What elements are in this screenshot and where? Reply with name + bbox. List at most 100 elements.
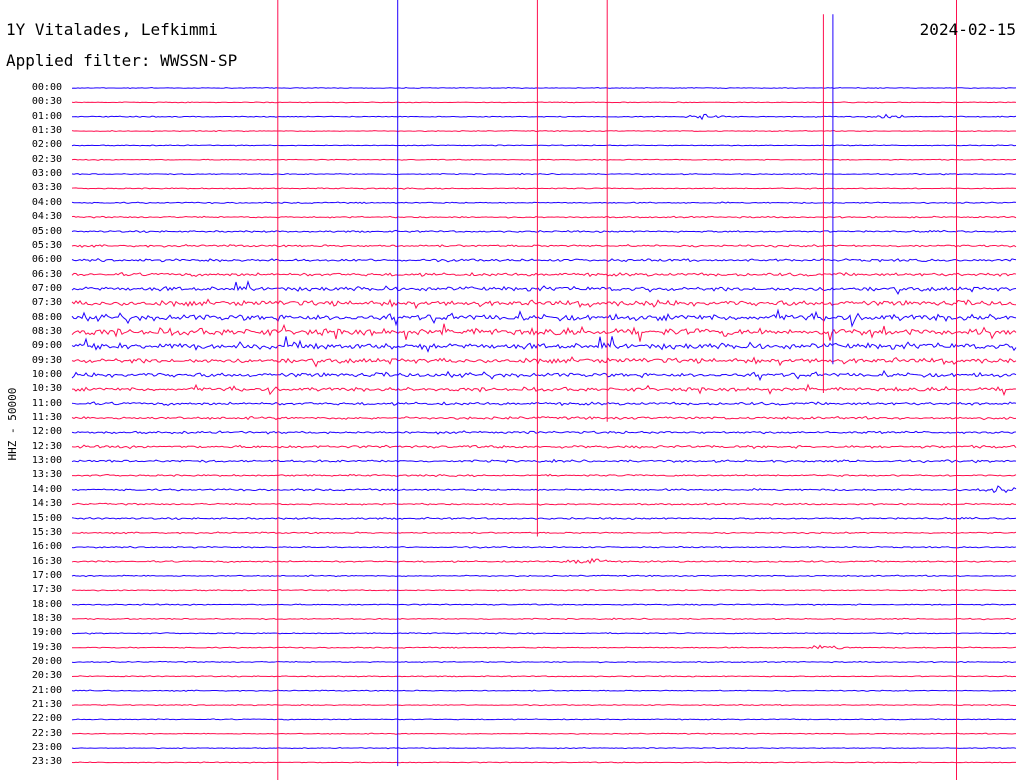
time-label: 17:30 bbox=[31, 584, 62, 596]
time-label: 22:30 bbox=[31, 727, 62, 739]
trace-0200 bbox=[71, 144, 1017, 147]
trace-1530 bbox=[71, 531, 1017, 535]
trace-1700 bbox=[71, 574, 1017, 578]
helicorder-plot bbox=[71, 0, 1017, 780]
time-label: 04:30 bbox=[31, 211, 62, 223]
trace-1230 bbox=[71, 444, 1017, 450]
trace-0330 bbox=[71, 187, 1017, 190]
trace-1100 bbox=[71, 401, 1017, 407]
time-label: 05:00 bbox=[31, 225, 62, 237]
trace-1800 bbox=[71, 603, 1017, 606]
time-label: 21:30 bbox=[31, 699, 62, 710]
time-label: 16:00 bbox=[31, 541, 62, 553]
time-label: 19:00 bbox=[31, 627, 62, 639]
time-label: 18:30 bbox=[31, 612, 62, 624]
time-label: 01:00 bbox=[31, 110, 62, 122]
trace-0700 bbox=[71, 279, 1017, 295]
trace-1400 bbox=[71, 485, 1017, 494]
time-label: 21:00 bbox=[31, 684, 62, 696]
time-label: 23:30 bbox=[31, 756, 62, 768]
trace-0900 bbox=[71, 336, 1017, 353]
trace-2330 bbox=[71, 761, 1017, 764]
time-label: 10:00 bbox=[31, 369, 62, 380]
trace-0030 bbox=[71, 101, 1017, 104]
time-label: 13:30 bbox=[31, 469, 62, 481]
trace-0630 bbox=[71, 271, 1017, 278]
trace-0430 bbox=[71, 215, 1017, 219]
trace-0930 bbox=[71, 356, 1017, 368]
time-label: 17:00 bbox=[31, 569, 62, 581]
filter-row: Applied filter: WWSSN-SP bbox=[6, 51, 237, 71]
trace-1500 bbox=[71, 516, 1017, 520]
time-label: 13:00 bbox=[31, 455, 62, 467]
time-label: 19:30 bbox=[31, 641, 62, 653]
time-label: 08:30 bbox=[31, 325, 62, 337]
time-label: 00:30 bbox=[31, 96, 62, 108]
trace-1830 bbox=[71, 617, 1017, 621]
station-title: 1Y Vitalades, Lefkimmi bbox=[6, 20, 218, 39]
time-label: 14:30 bbox=[31, 498, 62, 510]
trace-0000 bbox=[71, 86, 1017, 90]
time-label: 03:00 bbox=[31, 168, 62, 180]
trace-group bbox=[71, 86, 1017, 764]
time-label: 11:30 bbox=[31, 412, 62, 424]
trace-1300 bbox=[71, 458, 1017, 464]
trace-1430 bbox=[71, 502, 1017, 506]
time-label: 02:00 bbox=[31, 139, 62, 151]
filter-label: Applied filter: bbox=[6, 51, 151, 70]
time-label: 12:00 bbox=[31, 426, 62, 438]
trace-0400 bbox=[71, 201, 1017, 205]
time-label: 22:00 bbox=[31, 713, 62, 725]
trace-1030 bbox=[71, 383, 1017, 397]
trace-2200 bbox=[71, 718, 1017, 721]
trace-0600 bbox=[71, 258, 1017, 263]
trace-2300 bbox=[71, 747, 1017, 750]
date-label: 2024-02-15 bbox=[919, 20, 1016, 39]
time-label: 01:30 bbox=[31, 125, 62, 137]
trace-0530 bbox=[71, 243, 1017, 248]
trace-1930 bbox=[71, 644, 1017, 650]
time-label: 14:00 bbox=[31, 483, 62, 495]
trace-2130 bbox=[71, 703, 1017, 707]
time-label: 20:30 bbox=[31, 670, 62, 682]
time-label: 09:30 bbox=[31, 354, 62, 366]
time-label: 03:30 bbox=[31, 182, 62, 194]
trace-1200 bbox=[71, 430, 1017, 435]
trace-0800 bbox=[71, 308, 1017, 328]
trace-0130 bbox=[71, 129, 1017, 133]
trace-0300 bbox=[71, 172, 1017, 176]
time-label: 10:30 bbox=[31, 383, 62, 395]
trace-1900 bbox=[71, 632, 1017, 635]
trace-1630 bbox=[71, 557, 1017, 565]
trace-0830 bbox=[71, 323, 1017, 342]
time-label: 07:00 bbox=[31, 282, 62, 294]
time-label: 16:30 bbox=[31, 555, 62, 567]
time-label: 20:00 bbox=[31, 656, 62, 667]
trace-2000 bbox=[71, 660, 1017, 664]
time-label: 09:00 bbox=[31, 340, 62, 352]
trace-0500 bbox=[71, 229, 1017, 233]
time-label: 23:00 bbox=[31, 742, 62, 754]
time-label: 08:00 bbox=[31, 311, 62, 323]
trace-2030 bbox=[71, 675, 1017, 678]
time-label: 11:00 bbox=[31, 397, 62, 409]
time-label: 05:30 bbox=[31, 239, 62, 251]
trace-1600 bbox=[71, 545, 1017, 549]
trace-1730 bbox=[71, 588, 1017, 592]
time-label: 07:30 bbox=[31, 297, 62, 309]
time-label: 06:00 bbox=[31, 254, 62, 266]
trace-2230 bbox=[72, 732, 1017, 735]
time-label: 04:00 bbox=[31, 196, 62, 208]
time-label: 06:30 bbox=[31, 268, 62, 280]
time-label: 18:00 bbox=[31, 598, 62, 610]
trace-1330 bbox=[71, 473, 1017, 478]
time-label: 12:30 bbox=[31, 440, 62, 452]
trace-2100 bbox=[71, 689, 1017, 692]
filter-value: WWSSN-SP bbox=[160, 51, 238, 70]
trace-0230 bbox=[71, 158, 1017, 161]
trace-1000 bbox=[71, 369, 1017, 382]
trace-0730 bbox=[71, 298, 1017, 310]
time-label: 02:30 bbox=[31, 153, 62, 165]
trace-1130 bbox=[71, 415, 1017, 421]
time-label: 00:00 bbox=[31, 82, 62, 93]
